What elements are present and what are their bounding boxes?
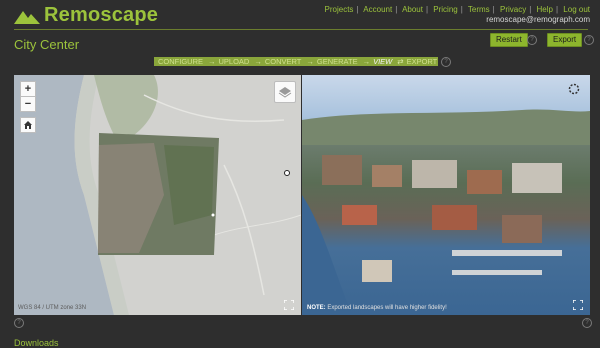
road-line [213, 214, 301, 236]
zoom-out-button[interactable]: − [20, 96, 36, 112]
viewer-note: NOTE: Exported landscapes will have high… [307, 305, 447, 311]
step-configure[interactable]: CONFIGURE [158, 57, 203, 66]
map-panel[interactable]: + − WGS 84 / UTM zone 33N [14, 75, 301, 315]
building [467, 170, 502, 194]
horizon-terrain [302, 109, 590, 145]
step-export[interactable]: EXPORT [407, 57, 438, 66]
building [322, 155, 362, 185]
map-canvas[interactable] [14, 75, 301, 315]
export-button[interactable]: Export [547, 33, 583, 47]
park-area [94, 75, 158, 135]
zoom-in-button[interactable]: + [20, 81, 36, 97]
building [512, 163, 562, 193]
step-arrow-icon: → [208, 57, 216, 66]
step-arrow-icon: → [362, 57, 371, 66]
account-email: remoscape@remograph.com [486, 15, 590, 24]
crs-label: WGS 84 / UTM zone 33N [18, 305, 87, 311]
step-view[interactable]: VIEW [373, 57, 392, 66]
nav-privacy[interactable]: Privacy [500, 5, 526, 14]
workflow-steps: CONFIGURE → UPLOAD → CONVERT → GENERATE … [154, 57, 438, 66]
viewer-panel[interactable]: NOTE: Exported landscapes will have high… [302, 75, 590, 315]
building [342, 205, 377, 225]
brand-logo[interactable]: Remoscape [14, 4, 158, 27]
viewer-help-icon[interactable]: ? [582, 318, 592, 328]
home-button[interactable] [20, 117, 36, 133]
map-help-icon[interactable]: ? [14, 318, 24, 328]
harbour-pier [452, 250, 562, 256]
map-marker [211, 213, 215, 217]
nav-pricing[interactable]: Pricing [433, 5, 457, 14]
step-arrow-icon: → [306, 57, 314, 66]
step-arrow-icon: → [254, 57, 262, 66]
step-convert[interactable]: CONVERT [265, 57, 302, 66]
nav-terms[interactable]: Terms [468, 5, 490, 14]
nav-help[interactable]: Help [537, 5, 553, 14]
home-icon [24, 121, 32, 129]
top-navigation: Projects | Account | About | Pricing | Terms… [324, 5, 590, 14]
nav-logout[interactable]: Log out [563, 5, 590, 14]
brand-name: Remoscape [44, 4, 159, 26]
map-marker [284, 170, 290, 176]
road-line [223, 164, 265, 296]
nav-projects[interactable]: Projects [325, 5, 354, 14]
step-swap-icon: ⇄ [397, 57, 404, 66]
step-upload[interactable]: UPLOAD [219, 57, 250, 66]
restart-button[interactable]: Restart [490, 33, 528, 47]
building [502, 215, 542, 243]
building [362, 260, 392, 282]
mountain-logo-icon [14, 10, 40, 24]
building [412, 160, 457, 188]
building [372, 165, 402, 187]
note-text: Exported landscapes will have higher fid… [327, 305, 447, 311]
layers-button[interactable] [274, 81, 296, 103]
export-help-icon[interactable]: ? [584, 35, 594, 45]
nav-account[interactable]: Account [363, 5, 392, 14]
workflow-help-icon[interactable]: ? [441, 57, 451, 67]
harbour-pier [452, 270, 542, 275]
building [432, 205, 477, 230]
page-title: City Center [14, 37, 80, 52]
layers-icon [278, 87, 292, 98]
3d-scene[interactable] [302, 75, 590, 315]
fullscreen-icon[interactable] [573, 300, 583, 310]
loading-spinner-icon [568, 83, 580, 95]
note-label: NOTE: [307, 305, 326, 311]
downloads-title: Downloads [14, 338, 59, 348]
road-line [143, 94, 285, 123]
header-divider [14, 29, 588, 30]
restart-help-icon[interactable]: ? [527, 35, 537, 45]
fullscreen-icon[interactable] [284, 300, 294, 310]
nav-about[interactable]: About [402, 5, 423, 14]
step-generate[interactable]: GENERATE [317, 57, 358, 66]
